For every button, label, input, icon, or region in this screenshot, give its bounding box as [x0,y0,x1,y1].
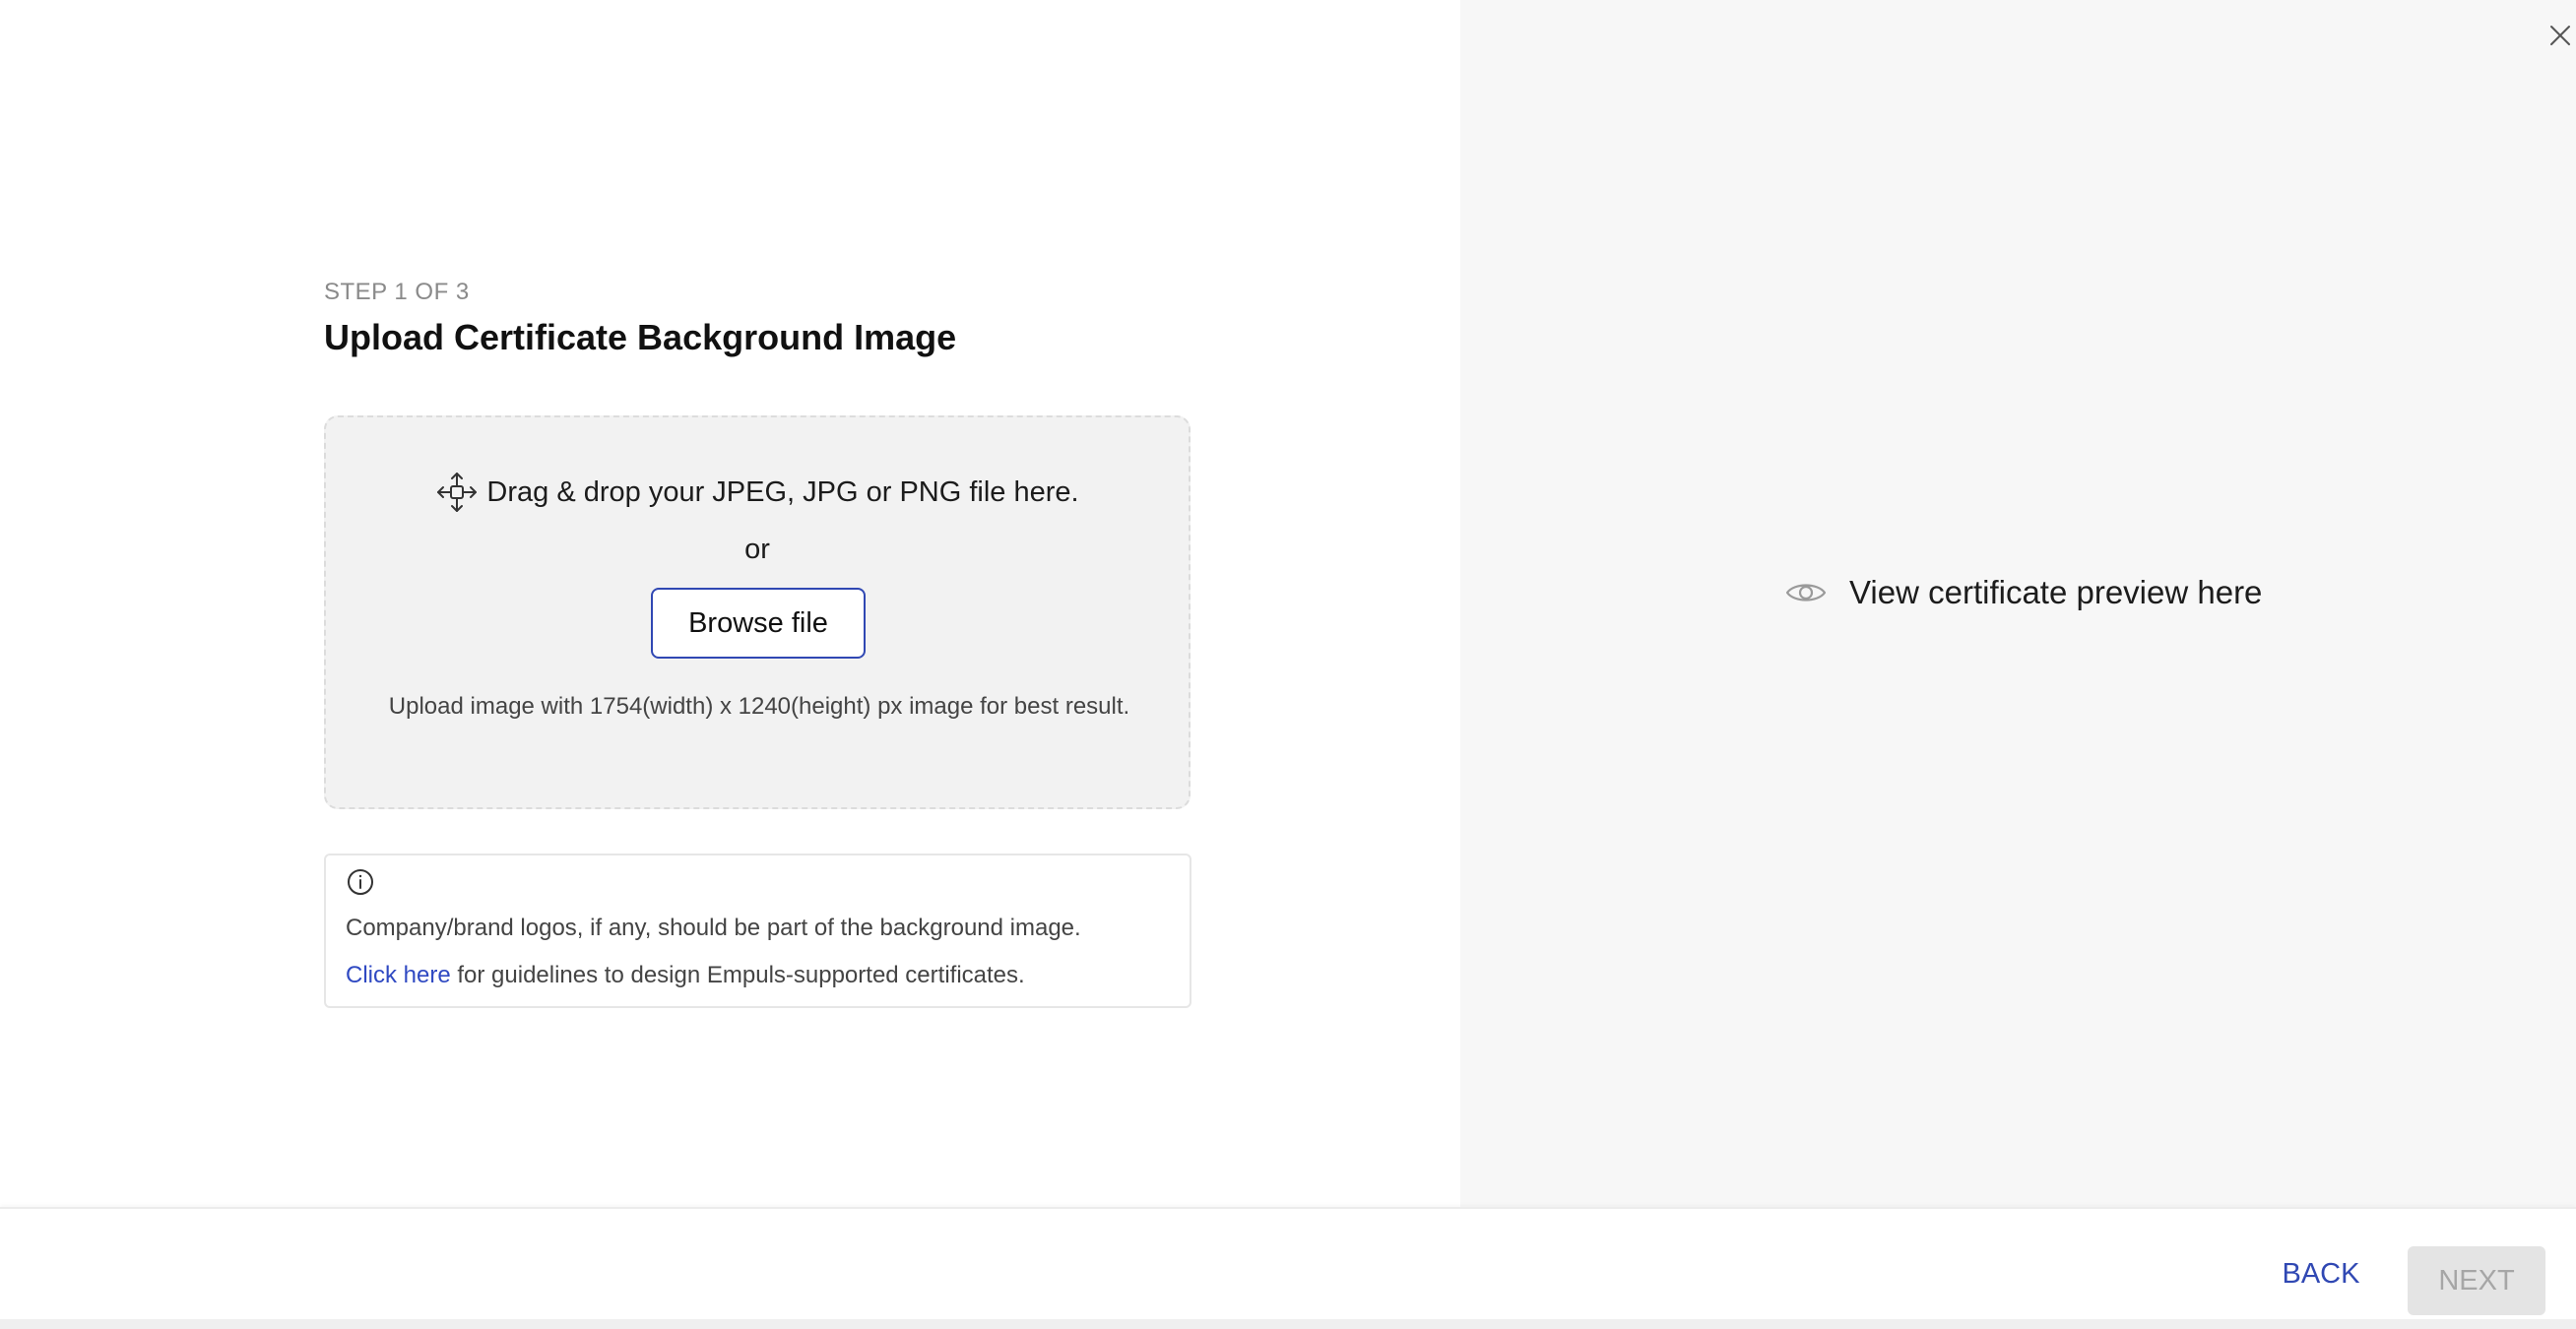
guidelines-text: for guidelines to design Empuls-supporte… [450,962,1025,988]
dropzone-instruction: Drag & drop your JPEG, JPG or PNG file h… [486,475,1079,508]
info-note: Company/brand logos, if any, should be p… [324,854,1191,1008]
preview-text: View certificate preview here [1849,574,2263,610]
step-indicator: STEP 1 OF 3 [324,279,470,305]
eye-icon [1785,584,1827,601]
dropzone-or: or [744,534,770,565]
next-button[interactable]: NEXT [2408,1246,2545,1315]
move-icon [437,473,478,512]
upload-pane: STEP 1 OF 3 Upload Certificate Backgroun… [0,0,1460,1207]
browse-file-button[interactable]: Browse file [651,588,866,659]
info-logo-note: Company/brand logos, if any, should be p… [346,915,1081,941]
close-button[interactable] [2546,22,2574,49]
back-button[interactable]: BACK [2265,1248,2377,1299]
close-icon [2550,26,2570,45]
wizard-footer: BACK NEXT [0,1207,2576,1319]
guidelines-link[interactable]: Click here [346,962,451,988]
info-icon [348,869,373,895]
dropzone-instruction-row: Drag & drop your JPEG, JPG or PNG file h… [326,471,1189,514]
info-guidelines-note: Click here for guidelines to design Empu… [346,962,1025,989]
certificate-preview-placeholder: View certificate preview here [1784,571,2262,614]
footer-bottom-bar [0,1319,2576,1329]
dropzone-hint: Upload image with 1754(width) x 1240(hei… [388,693,1130,720]
page-title: Upload Certificate Background Image [324,317,957,357]
file-dropzone[interactable]: Drag & drop your JPEG, JPG or PNG file h… [324,415,1191,809]
